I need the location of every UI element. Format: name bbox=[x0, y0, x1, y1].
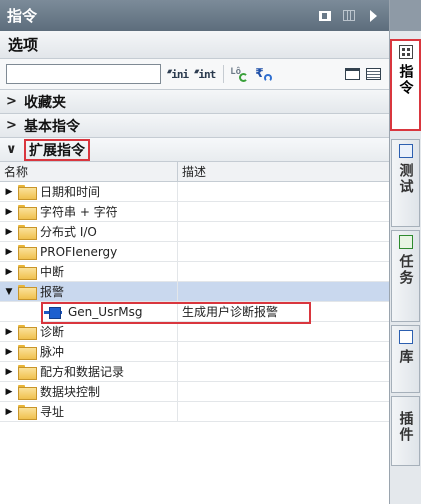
tree-item-label: 报警 bbox=[40, 285, 65, 299]
tree-item-label: 数据块控制 bbox=[40, 385, 101, 399]
folder-icon bbox=[18, 185, 37, 200]
refresh-instructions-icon[interactable]: Lô bbox=[230, 64, 249, 84]
expand-arrow-icon[interactable]: ▶ bbox=[5, 187, 13, 197]
search-up-icon[interactable]: int bbox=[194, 64, 216, 84]
testing-icon bbox=[398, 144, 413, 158]
tab-libraries[interactable]: 库 bbox=[391, 325, 420, 393]
instructions-icon bbox=[398, 45, 413, 59]
tree-folder-date-time[interactable]: ▶ 日期和时间 bbox=[0, 182, 389, 202]
expand-arrow-icon[interactable]: ▶ bbox=[5, 327, 13, 337]
tasks-icon bbox=[398, 235, 413, 249]
folder-icon bbox=[18, 345, 37, 360]
expand-arrow-icon[interactable]: ▶ bbox=[5, 267, 13, 277]
function-block-icon bbox=[44, 306, 62, 319]
task-card-tabs: 指令 测试 任务 库 插件 bbox=[390, 0, 421, 504]
folder-icon bbox=[18, 365, 37, 380]
column-name-header[interactable]: 名称 bbox=[0, 162, 178, 181]
tree-folder-alarms[interactable]: ▼ 报警 bbox=[0, 282, 389, 302]
collapse-arrow-icon[interactable]: ▼ bbox=[5, 287, 13, 297]
tree-folder-addressing[interactable]: ▶ 寻址 bbox=[0, 402, 389, 422]
folder-icon bbox=[18, 205, 37, 220]
collapse-arrow-icon[interactable] bbox=[365, 9, 381, 23]
expand-arrow-icon[interactable]: ▶ bbox=[5, 407, 13, 417]
expand-arrow-icon[interactable]: ▶ bbox=[5, 347, 13, 357]
single-view-icon[interactable] bbox=[345, 64, 360, 84]
libraries-icon bbox=[398, 330, 413, 344]
column-header-row: 名称 描述 bbox=[0, 162, 389, 182]
tab-testing-label: 测试 bbox=[397, 163, 414, 195]
tree-item-label: 分布式 I/O bbox=[40, 225, 97, 239]
options-header: 选项 bbox=[0, 31, 389, 59]
tree-item-label: Gen_UsrMsg bbox=[68, 304, 143, 319]
tab-instructions-label: 指令 bbox=[397, 64, 414, 96]
tree-folder-interrupts[interactable]: ▶ 中断 bbox=[0, 262, 389, 282]
section-extended-instructions[interactable]: ∨ 扩展指令 bbox=[0, 138, 389, 162]
tree-item-label: 脉冲 bbox=[40, 345, 65, 359]
extended-instructions-highlight: 扩展指令 bbox=[24, 138, 90, 161]
tree-folder-distributed-io[interactable]: ▶ 分布式 I/O bbox=[0, 222, 389, 242]
toolbar-separator bbox=[223, 65, 225, 83]
maximize-icon[interactable] bbox=[341, 9, 357, 23]
search-down-icon[interactable]: ini bbox=[167, 64, 189, 84]
tab-testing[interactable]: 测试 bbox=[391, 139, 420, 227]
expand-arrow-icon[interactable]: ▶ bbox=[5, 207, 13, 217]
chevron-down-icon: ∨ bbox=[6, 142, 17, 157]
tree-folder-diagnostics[interactable]: ▶ 诊断 bbox=[0, 322, 389, 342]
expand-arrow-icon[interactable]: ▶ bbox=[5, 247, 13, 257]
section-basic-label: 基本指令 bbox=[24, 118, 80, 135]
tab-tasks-label: 任务 bbox=[397, 254, 414, 286]
tree-folder-recipe-datalog[interactable]: ▶ 配方和数据记录 bbox=[0, 362, 389, 382]
folder-icon bbox=[18, 265, 37, 280]
section-favorites-label: 收藏夹 bbox=[24, 94, 66, 111]
section-favorites[interactable]: > 收藏夹 bbox=[0, 90, 389, 114]
options-toolbar: ini int Lô ₹ bbox=[0, 59, 389, 90]
tree-folder-string-char[interactable]: ▶ 字符串 + 字符 bbox=[0, 202, 389, 222]
folder-icon bbox=[18, 245, 37, 260]
tree-item-label: 中断 bbox=[40, 265, 65, 279]
tab-plugins[interactable]: 插件 bbox=[391, 396, 420, 466]
folder-icon bbox=[18, 405, 37, 420]
expand-arrow-icon[interactable]: ▶ bbox=[5, 367, 13, 377]
chevron-right-icon: > bbox=[6, 94, 17, 109]
column-description-header[interactable]: 描述 bbox=[178, 163, 389, 180]
panel-title: 指令 bbox=[7, 7, 38, 25]
tab-plugins-label: 插件 bbox=[397, 411, 414, 443]
tree-folder-pulse[interactable]: ▶ 脉冲 bbox=[0, 342, 389, 362]
folder-icon bbox=[18, 325, 37, 340]
tabs-top-strip bbox=[390, 0, 421, 31]
restore-icon[interactable] bbox=[317, 9, 333, 23]
tree-item-label: 诊断 bbox=[40, 325, 65, 339]
folder-icon bbox=[18, 385, 37, 400]
panel-titlebar: 指令 bbox=[0, 0, 389, 31]
expand-arrow-icon[interactable]: ▶ bbox=[5, 227, 13, 237]
section-basic-instructions[interactable]: > 基本指令 bbox=[0, 114, 389, 138]
tree-item-label: 配方和数据记录 bbox=[40, 365, 125, 379]
list-view-icon[interactable] bbox=[366, 64, 381, 84]
tree-item-label: PROFIenergy bbox=[40, 244, 118, 259]
tree-item-label: 寻址 bbox=[40, 405, 65, 419]
tab-tasks[interactable]: 任务 bbox=[391, 230, 420, 322]
chevron-right-icon: > bbox=[6, 118, 17, 133]
tree-folder-data-block-control[interactable]: ▶ 数据块控制 bbox=[0, 382, 389, 402]
expand-arrow-icon[interactable]: ▶ bbox=[5, 387, 13, 397]
section-extended-label: 扩展指令 bbox=[29, 142, 85, 159]
folder-icon bbox=[18, 225, 37, 240]
tree-item-label: 字符串 + 字符 bbox=[40, 205, 118, 219]
folder-icon bbox=[18, 285, 37, 300]
tree-instruction-gen-usrmsg[interactable]: Gen_UsrMsg 生成用户诊断报警 bbox=[0, 302, 389, 324]
tab-instructions[interactable]: 指令 bbox=[390, 39, 421, 131]
instruction-tree: ▶ 日期和时间 ▶ 字符串 + 字符 ▶ 分布式 I/O ▶ PROFIenergy ▶… bbox=[0, 182, 389, 422]
tree-item-description: 生成用户诊断报警 bbox=[182, 305, 279, 319]
instructions-panel: 指令 选项 ini int Lô ₹ > 收藏夹 > 基本指令 ∨ 扩展指令 名… bbox=[0, 0, 390, 504]
tree-item-label: 日期和时间 bbox=[40, 185, 101, 199]
search-input[interactable] bbox=[6, 64, 161, 84]
tree-folder-profienergy[interactable]: ▶ PROFIenergy bbox=[0, 242, 389, 262]
tab-libraries-label: 库 bbox=[397, 349, 414, 365]
update-instructions-icon[interactable]: ₹ bbox=[254, 64, 273, 84]
